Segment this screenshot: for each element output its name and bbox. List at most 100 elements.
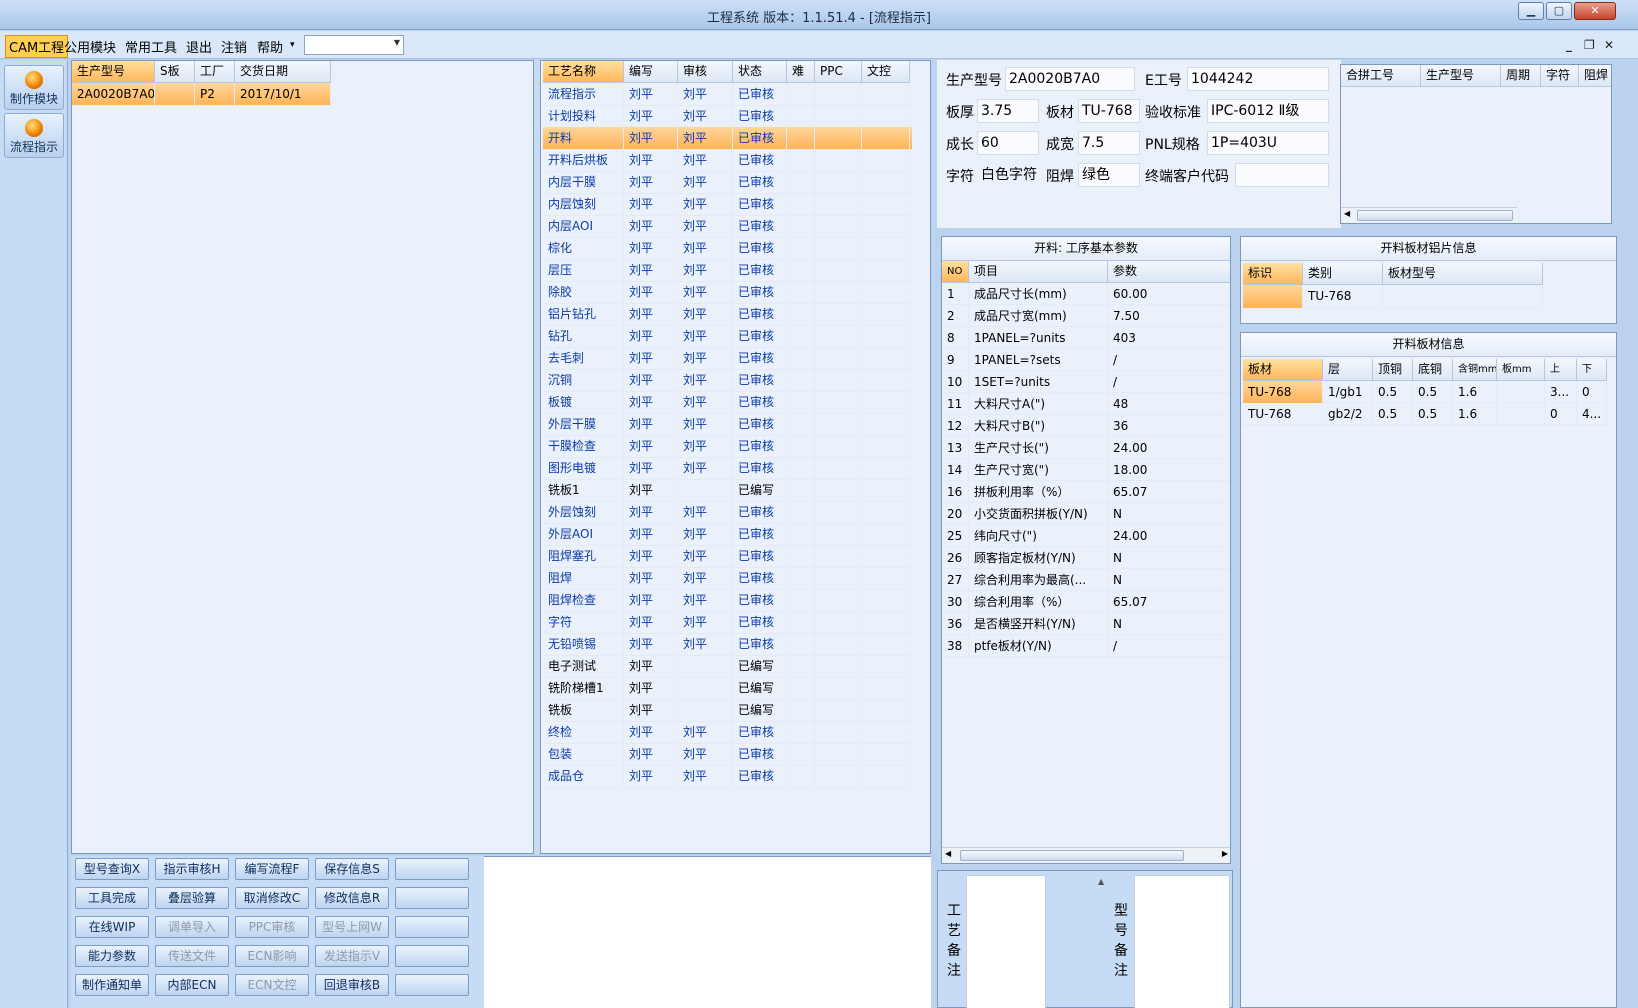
table-row[interactable]: 除胶 刘平 刘平 已审核 xyxy=(543,281,912,304)
table-row[interactable]: 铝片钻孔 刘平 刘平 已审核 xyxy=(543,303,912,326)
table-row[interactable]: 阻焊 刘平 刘平 已审核 xyxy=(543,567,912,590)
action-button[interactable]: 叠层验算 xyxy=(155,887,229,909)
material-field[interactable]: TU-768 xyxy=(1078,99,1140,123)
scroll-left-icon[interactable]: ◀ xyxy=(945,849,951,858)
chevron-down-icon[interactable]: ▾ xyxy=(290,40,295,50)
action-button[interactable]: 在线WIP xyxy=(75,916,149,938)
col-header[interactable]: 类别 xyxy=(1303,263,1383,285)
table-row[interactable]: 干膜检查 刘平 刘平 已审核 xyxy=(543,435,912,458)
action-button[interactable]: 编写流程F xyxy=(235,858,309,880)
horizontal-scrollbar[interactable]: ◀ xyxy=(1341,207,1517,223)
menu-exit[interactable]: 退出 xyxy=(186,37,212,56)
action-button[interactable] xyxy=(395,887,469,909)
menu-tools[interactable]: 常用工具 xyxy=(125,37,177,56)
table-row[interactable]: 2 成品尺寸宽(mm) 7.50 xyxy=(942,305,1230,327)
table-row[interactable]: 1 成品尺寸长(mm) 60.00 xyxy=(942,283,1230,305)
minimize-button[interactable]: ▁ xyxy=(1518,2,1544,20)
table-row[interactable]: 包装 刘平 刘平 已审核 xyxy=(543,743,912,766)
horizontal-scrollbar[interactable]: ◀ ▶ xyxy=(942,847,1230,863)
action-button[interactable]: 能力参数 xyxy=(75,945,149,967)
mdi-restore-button[interactable]: ❐ xyxy=(1584,38,1595,52)
col-header[interactable]: 层 xyxy=(1323,359,1373,381)
col-header[interactable]: 底铜 xyxy=(1413,359,1453,381)
table-row[interactable]: 棕化 刘平 刘平 已审核 xyxy=(543,237,912,260)
e-no-field[interactable]: 1044242 xyxy=(1187,67,1329,91)
character-field[interactable]: 白色字符 xyxy=(977,163,1039,187)
action-button[interactable]: ECN文控 xyxy=(235,974,309,996)
table-row[interactable]: TU-768 gb2/2 0.5 0.5 1.6 0 4... xyxy=(1241,403,1611,425)
table-row[interactable]: 9 1PANEL=?sets / xyxy=(942,349,1230,371)
table-row[interactable]: 内层干膜 刘平 刘平 已审核 xyxy=(543,171,912,194)
col-header[interactable]: 板材 xyxy=(1243,359,1323,381)
action-button[interactable] xyxy=(395,945,469,967)
table-row[interactable]: 板镀 刘平 刘平 已审核 xyxy=(543,391,912,414)
table-row[interactable]: 图形电镀 刘平 刘平 已审核 xyxy=(543,457,912,480)
table-row[interactable]: 16 拼板利用率（%） 65.07 xyxy=(942,481,1230,503)
col-header[interactable]: 状态 xyxy=(733,61,787,83)
action-button[interactable]: 调单导入 xyxy=(155,916,229,938)
table-row[interactable]: 外层干膜 刘平 刘平 已审核 xyxy=(543,413,912,436)
mdi-minimize-button[interactable]: _ xyxy=(1566,38,1572,52)
standard-field[interactable]: IPC-6012 Ⅱ级 xyxy=(1207,99,1329,123)
process-remark-textarea[interactable] xyxy=(966,875,1046,1008)
scroll-right-icon[interactable]: ▶ xyxy=(1222,849,1228,858)
thickness-field[interactable]: 3.75 xyxy=(977,99,1039,123)
table-row[interactable]: 13 生产尺寸长(") 24.00 xyxy=(942,437,1230,459)
action-button[interactable] xyxy=(395,974,469,996)
table-row[interactable]: 沉铜 刘平 刘平 已审核 xyxy=(543,369,912,392)
col-header[interactable]: 交货日期 xyxy=(235,61,331,83)
col-header[interactable]: 工厂 xyxy=(195,61,235,83)
col-header[interactable]: 生产型号 xyxy=(1421,65,1501,87)
action-button[interactable]: 发送指示V xyxy=(315,945,389,967)
table-row[interactable]: 字符 刘平 刘平 已审核 xyxy=(543,611,912,634)
table-row[interactable]: 14 生产尺寸宽(") 18.00 xyxy=(942,459,1230,481)
table-row[interactable]: 30 综合利用率（%） 65.07 xyxy=(942,591,1230,613)
width-field[interactable]: 7.5 xyxy=(1078,131,1140,155)
action-button[interactable]: 回退审核B xyxy=(315,974,389,996)
table-row[interactable]: 阻焊检查 刘平 刘平 已审核 xyxy=(543,589,912,612)
col-header[interactable]: 编写 xyxy=(624,61,678,83)
menu-logout[interactable]: 注销 xyxy=(221,37,247,56)
col-header[interactable]: PPC xyxy=(815,61,862,83)
action-button[interactable]: PPC审核 xyxy=(235,916,309,938)
action-button[interactable] xyxy=(395,916,469,938)
col-header[interactable]: NO xyxy=(942,261,969,283)
action-button[interactable]: 内部ECN xyxy=(155,974,229,996)
table-row[interactable]: 钻孔 刘平 刘平 已审核 xyxy=(543,325,912,348)
action-button[interactable]: 修改信息R xyxy=(315,887,389,909)
menu-common-module[interactable]: 公用模块 xyxy=(64,37,116,56)
maximize-button[interactable]: ▢ xyxy=(1546,2,1572,20)
table-row[interactable]: 终检 刘平 刘平 已审核 xyxy=(543,721,912,744)
table-row[interactable]: 11 大料尺寸A(") 48 xyxy=(942,393,1230,415)
col-header[interactable]: 周期 xyxy=(1501,65,1541,87)
action-button[interactable]: 型号上网W xyxy=(315,916,389,938)
table-row[interactable]: 无铅喷锡 刘平 刘平 已审核 xyxy=(543,633,912,656)
col-header[interactable]: 生产型号 xyxy=(72,61,155,83)
table-row[interactable]: 20 小交货面积拼板(Y/N) N xyxy=(942,503,1230,525)
model-remark-textarea[interactable] xyxy=(1134,875,1230,1008)
table-row[interactable]: 开料后烘板 刘平 刘平 已审核 xyxy=(543,149,912,172)
action-button[interactable]: 指示审核H xyxy=(155,858,229,880)
col-header[interactable]: 项目 xyxy=(969,261,1108,283)
table-row[interactable]: 25 纬向尺寸(") 24.00 xyxy=(942,525,1230,547)
action-button[interactable]: 保存信息S xyxy=(315,858,389,880)
action-button[interactable] xyxy=(395,858,469,880)
table-row[interactable]: 成品仓 刘平 刘平 已审核 xyxy=(543,765,912,788)
table-row[interactable]: 层压 刘平 刘平 已审核 xyxy=(543,259,912,282)
length-field[interactable]: 60 xyxy=(977,131,1039,155)
nav-flow-instruction[interactable]: 流程指示 xyxy=(4,113,64,158)
table-row[interactable]: 12 大料尺寸B(") 36 xyxy=(942,415,1230,437)
table-row[interactable]: 内层AOI 刘平 刘平 已审核 xyxy=(543,215,912,238)
customer-code-field[interactable] xyxy=(1235,163,1329,187)
action-button[interactable]: 取消修改C xyxy=(235,887,309,909)
table-row[interactable]: 流程指示 刘平 刘平 已审核 xyxy=(543,83,912,106)
close-button[interactable]: ✕ xyxy=(1574,2,1616,20)
action-button[interactable]: ECN影响 xyxy=(235,945,309,967)
table-row[interactable]: TU-768 xyxy=(1243,285,1543,308)
solder-mask-field[interactable]: 绿色 xyxy=(1078,163,1140,187)
table-row[interactable]: 铣板 刘平 已编写 xyxy=(543,699,912,722)
col-header[interactable]: S板 xyxy=(155,61,195,83)
col-header[interactable]: 难 xyxy=(787,61,815,83)
table-row[interactable]: 2A0020B7A0 P2 2017/10/1 xyxy=(72,83,331,106)
table-row[interactable]: 铣板1 刘平 已编写 xyxy=(543,479,912,502)
